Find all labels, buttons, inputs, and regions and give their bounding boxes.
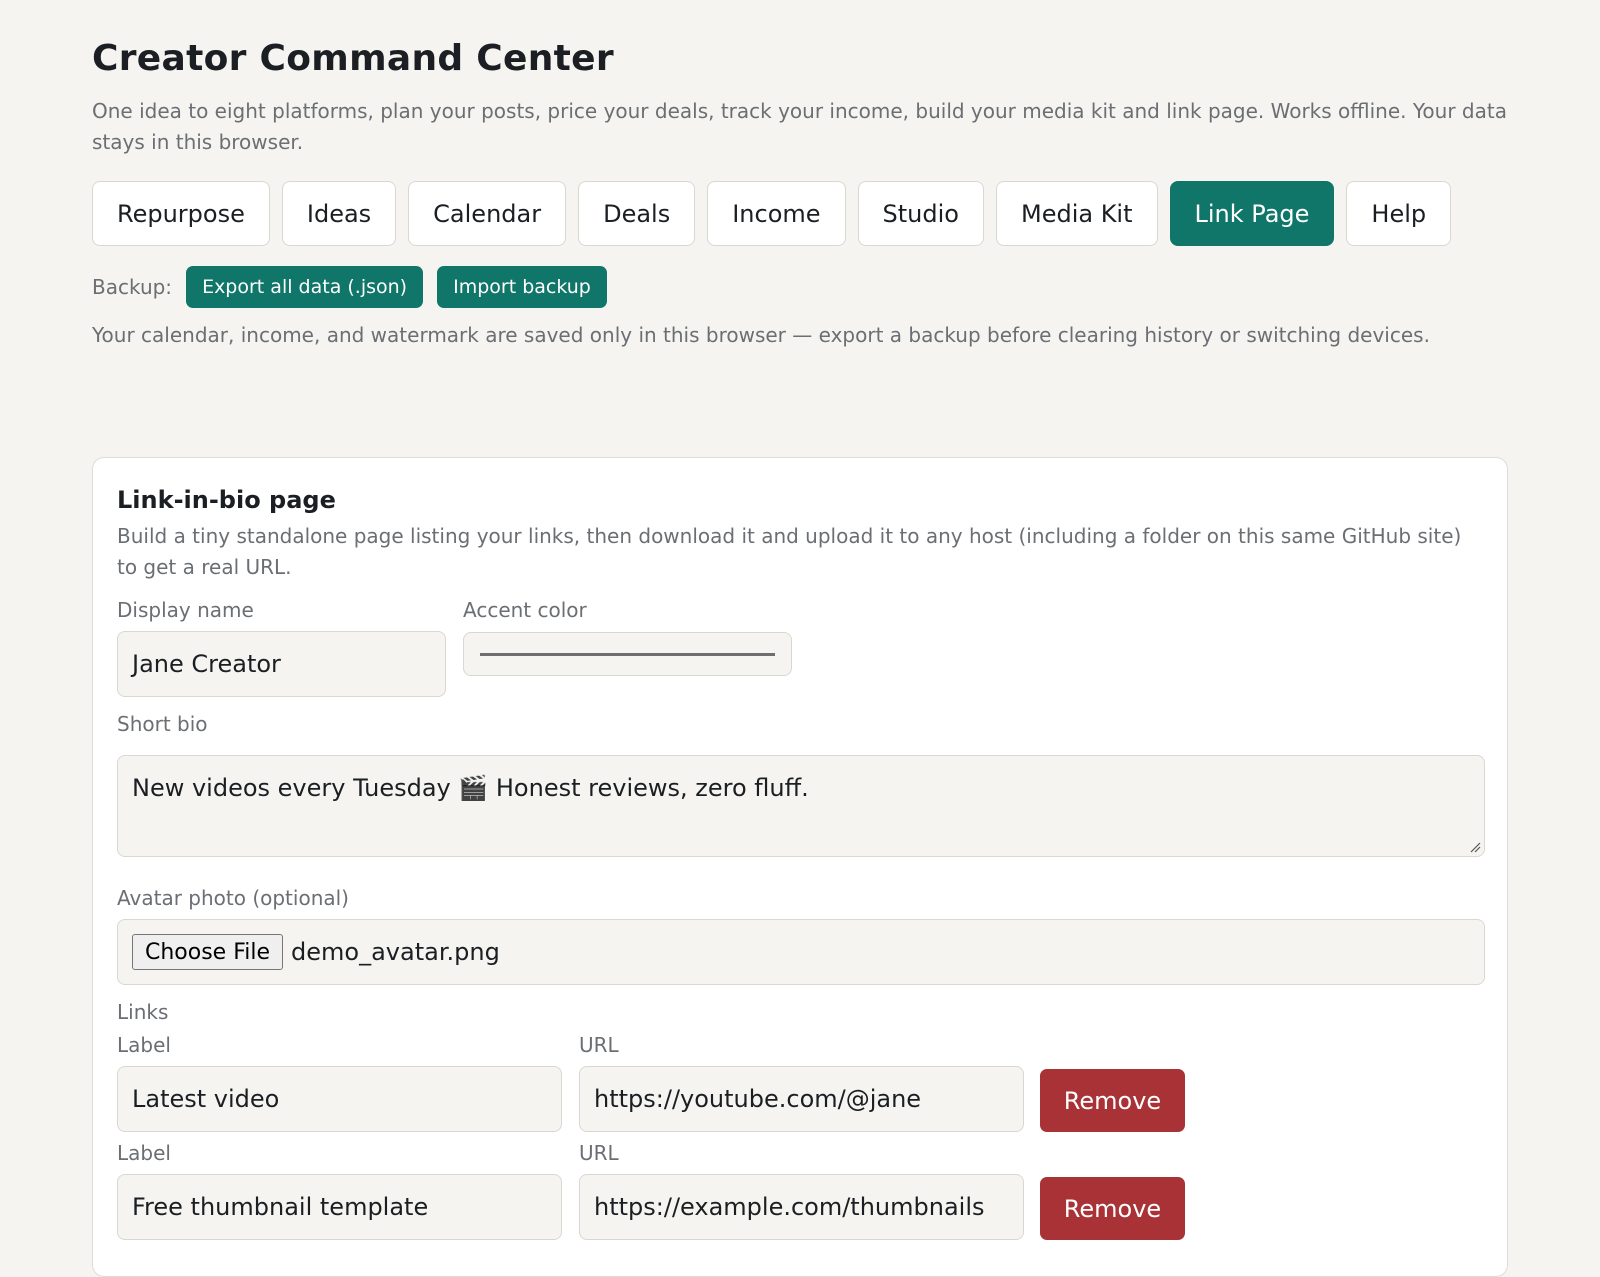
link-url-value: https://example.com/thumbnails bbox=[594, 1193, 985, 1221]
tab-studio[interactable]: Studio bbox=[857, 181, 984, 246]
avatar-label: Avatar photo (optional) bbox=[117, 886, 349, 910]
card-description: Build a tiny standalone page listing you… bbox=[117, 524, 1462, 579]
links-label: Links bbox=[117, 1000, 169, 1024]
tab-link-page[interactable]: Link Page bbox=[1169, 181, 1335, 246]
card-title: Link-in-bio page bbox=[117, 486, 336, 514]
export-data-button[interactable]: Export all data (.json) bbox=[186, 266, 424, 308]
link-label-caption: Label bbox=[117, 1033, 171, 1057]
display-name-value: Jane Creator bbox=[132, 650, 281, 678]
link-label-input[interactable]: Latest video bbox=[117, 1066, 562, 1132]
display-name-label: Display name bbox=[117, 598, 254, 622]
link-label-caption: Label bbox=[117, 1141, 171, 1165]
link-label-value: Latest video bbox=[132, 1085, 280, 1113]
tab-deals[interactable]: Deals bbox=[578, 181, 696, 246]
tab-calendar[interactable]: Calendar bbox=[408, 181, 567, 246]
short-bio-label: Short bio bbox=[117, 712, 208, 736]
accent-color-input[interactable] bbox=[463, 632, 792, 676]
link-url-input[interactable]: https://example.com/thumbnails bbox=[579, 1174, 1024, 1240]
import-backup-button[interactable]: Import backup bbox=[437, 266, 607, 308]
app-title: Creator Command Center bbox=[92, 38, 614, 79]
tab-help[interactable]: Help bbox=[1346, 181, 1452, 246]
backup-row: Backup: Export all data (.json) Import b… bbox=[92, 266, 607, 308]
remove-link-button[interactable]: Remove bbox=[1040, 1177, 1185, 1240]
link-url-input[interactable]: https://youtube.com/@jane bbox=[579, 1066, 1024, 1132]
link-label-value: Free thumbnail template bbox=[132, 1193, 429, 1221]
link-page-card: Link-in-bio page Build a tiny standalone… bbox=[92, 457, 1508, 1277]
link-label-input[interactable]: Free thumbnail template bbox=[117, 1174, 562, 1240]
choose-file-button[interactable]: Choose File bbox=[132, 934, 284, 970]
display-name-input[interactable]: Jane Creator bbox=[117, 631, 446, 697]
link-url-caption: URL bbox=[579, 1141, 619, 1165]
main-tabs: Repurpose Ideas Calendar Deals Income St… bbox=[92, 181, 1452, 246]
short-bio-textarea[interactable]: New videos every Tuesday 🎬 Honest review… bbox=[117, 755, 1485, 857]
app-page: Creator Command Center One idea to eight… bbox=[0, 0, 1600, 1277]
backup-note: Your calendar, income, and watermark are… bbox=[92, 323, 1430, 347]
short-bio-value: New videos every Tuesday 🎬 Honest review… bbox=[132, 774, 809, 802]
accent-color-swatch bbox=[480, 653, 775, 656]
accent-color-label: Accent color bbox=[463, 598, 587, 622]
avatar-file-input: Choose File demo_avatar.png bbox=[117, 919, 1485, 985]
tab-media-kit[interactable]: Media Kit bbox=[995, 181, 1158, 246]
remove-link-button[interactable]: Remove bbox=[1040, 1069, 1185, 1132]
link-url-caption: URL bbox=[579, 1033, 619, 1057]
link-url-value: https://youtube.com/@jane bbox=[594, 1085, 922, 1113]
tab-ideas[interactable]: Ideas bbox=[281, 181, 397, 246]
tab-repurpose[interactable]: Repurpose bbox=[92, 181, 270, 246]
backup-label: Backup: bbox=[92, 275, 173, 299]
resize-grip-icon[interactable] bbox=[1469, 841, 1481, 853]
tab-income[interactable]: Income bbox=[707, 181, 846, 246]
app-subtitle: One idea to eight platforms, plan your p… bbox=[92, 99, 1507, 154]
avatar-file-name: demo_avatar.png bbox=[291, 938, 500, 966]
